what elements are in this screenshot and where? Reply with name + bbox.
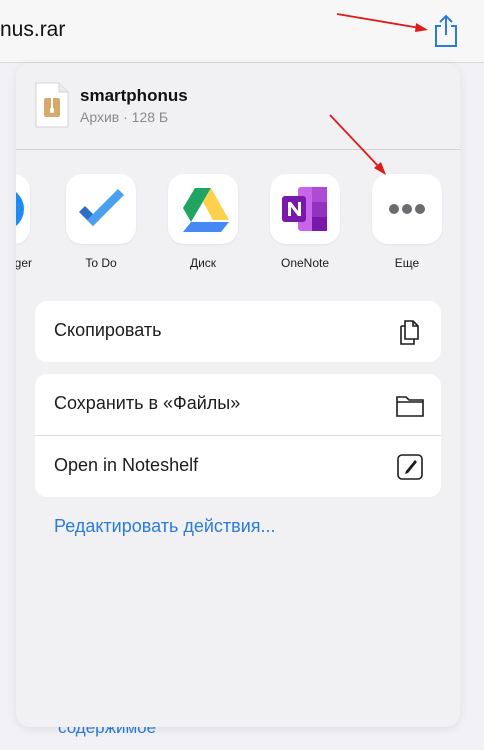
top-bar: nus.rar (0, 0, 484, 63)
app-label-onenote: OneNote (280, 256, 330, 270)
app-messenger[interactable]: ger (16, 174, 40, 270)
archive-file-icon (35, 82, 69, 128)
app-todo[interactable]: To Do (56, 174, 146, 270)
file-title: nus.rar (0, 18, 66, 41)
folder-icon (396, 396, 424, 417)
noteshelf-icon (397, 454, 423, 480)
onenote-icon (282, 187, 327, 231)
share-icon (435, 14, 457, 47)
drive-tile (168, 174, 238, 244)
actions-group-files: Сохранить в «Файлы» Open in Noteshelf (35, 374, 441, 497)
more-tile (372, 174, 442, 244)
todo-icon (79, 189, 124, 226)
app-more[interactable]: Еще (362, 174, 452, 270)
copy-label: Скопировать (54, 320, 162, 340)
onenote-tile (270, 174, 340, 244)
actions-group-copy: Скопировать (35, 301, 441, 362)
share-sheet: smartphonus Архив · 128 Б ger To Do Диск… (16, 63, 460, 727)
app-google-drive[interactable]: Диск (158, 174, 248, 270)
messenger-tile (16, 174, 30, 244)
app-label-drive: Диск (189, 256, 217, 270)
open-in-noteshelf-label: Open in Noteshelf (54, 455, 199, 475)
file-name: smartphonus (80, 86, 188, 105)
file-meta: Архив · 128 Б (80, 109, 169, 125)
save-to-files-label: Сохранить в «Файлы» (54, 393, 241, 413)
app-label-messenger: ger (16, 256, 32, 270)
copy-action[interactable]: Скопировать (35, 301, 441, 362)
google-drive-icon (183, 188, 229, 232)
open-in-noteshelf-action[interactable]: Open in Noteshelf (35, 435, 441, 497)
share-button[interactable] (432, 14, 460, 48)
todo-tile (66, 174, 136, 244)
app-label-more: Еще (394, 256, 420, 270)
share-sheet-header: smartphonus Архив · 128 Б (16, 63, 460, 150)
app-onenote[interactable]: OneNote (260, 174, 350, 270)
messenger-icon (16, 192, 24, 226)
copy-icon (400, 320, 419, 345)
app-label-todo: To Do (85, 256, 117, 270)
more-icon (389, 204, 425, 214)
edit-actions-link[interactable]: Редактировать действия... (54, 516, 276, 537)
save-to-files-action[interactable]: Сохранить в «Файлы» (35, 374, 441, 435)
